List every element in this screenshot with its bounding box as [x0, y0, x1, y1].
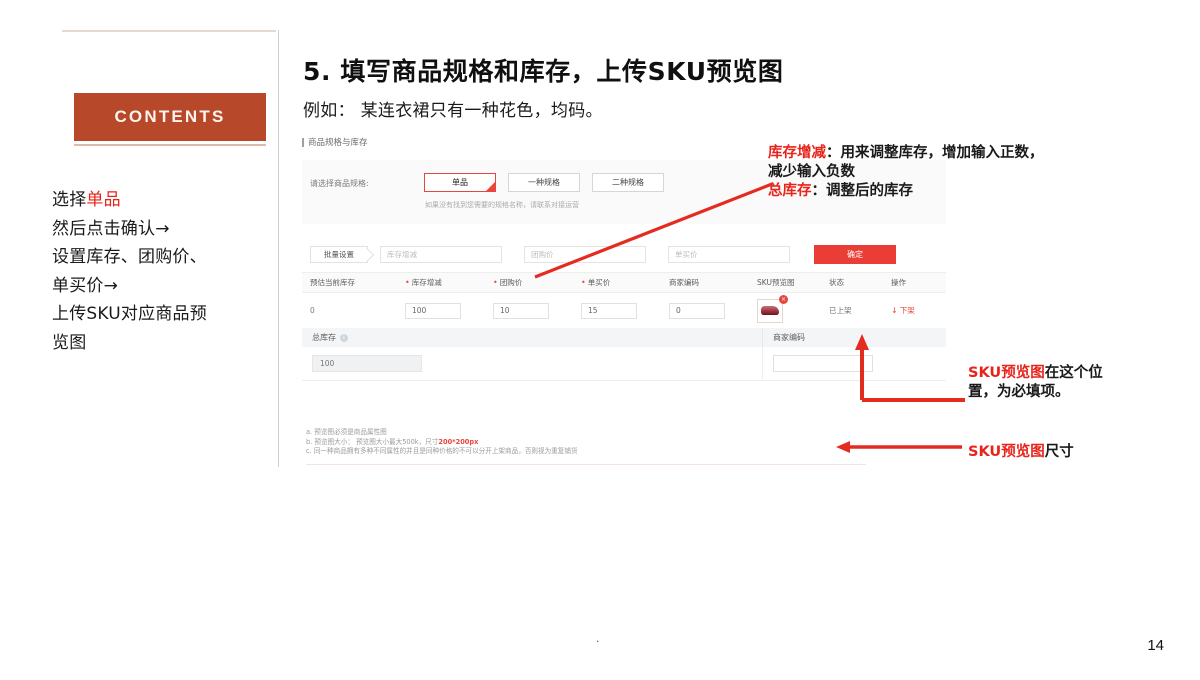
annotation-line: SKU预览图在这个位 [968, 365, 1103, 381]
table-header-row: 预估当前库存 • 库存增减 • 团购价 • 单买价 商家编码 SKU预览图 状态 操作 [302, 273, 946, 292]
bullet-text: 选择 [52, 190, 87, 210]
cell-status: 已上架 [829, 306, 852, 315]
bullet-text: 览图 [52, 332, 87, 353]
annotation-line: 减少输入负数 [768, 164, 855, 180]
slide-canvas: CONTENTS 选择单品 然后点击确认→ 设置库存、团购价、 单买价→ 上传S… [0, 0, 1200, 680]
list-item: 设置库存、团购价、 [52, 243, 282, 272]
spec-button-two-spec[interactable]: 二种规格 [592, 173, 664, 192]
cell-sku-preview: × [749, 294, 821, 323]
contents-label: CONTENTS [114, 107, 226, 126]
list-item: 然后点击确认→ [52, 215, 282, 244]
note-item: c. 同一种商品拥有多种不同属性的并且是同种价格的不可以分开上架商品，否则视为重… [306, 447, 578, 456]
required-dot-icon: • [581, 277, 586, 287]
section-bar-icon [302, 137, 304, 147]
annotation-sku-position: SKU预览图在这个位 置，为必填项。 [968, 364, 1198, 402]
total-stock-field: 100 [302, 355, 762, 372]
total-stock-block: 总库存 i 商家编码 100 [302, 328, 946, 381]
table-header-single-price: • 单买价 [581, 277, 611, 287]
annotation-line: 总库存：调整后的库存 [768, 183, 913, 199]
table-header-group-price: • 团购价 [493, 277, 523, 287]
center-mark: . [596, 631, 600, 645]
total-stock-label: 总库存 [312, 333, 336, 342]
sidebar-bullet-list: 选择单品 然后点击确认→ 设置库存、团购价、 单买价→ 上传SKU对应商品预 览… [52, 186, 282, 357]
list-item: 选择单品 [52, 186, 282, 215]
down-arrow-icon: ↓ [891, 306, 898, 315]
table-header-stock-change: • 库存增减 [405, 277, 442, 287]
contents-badge: CONTENTS [74, 93, 266, 141]
spec-field-label: 请选择商品规格: [310, 179, 369, 188]
list-item: 上传SKU对应商品预 [52, 300, 282, 329]
section-header: 商品规格与库存 [302, 136, 368, 148]
spec-button-single[interactable]: 单品 [424, 173, 496, 192]
bullet-text: 上传SKU对应商品预 [52, 304, 207, 324]
spec-helper-note: 如果没有找到您需要的规格名称，请联系对接运营 [425, 201, 579, 209]
total-block-body: 100 [302, 347, 946, 381]
notes-list: a. 预览图必须是商品属性图 b. 预览图大小： 预览图大小最大500k，尺寸2… [306, 428, 866, 457]
remove-thumbnail-icon[interactable]: × [779, 294, 788, 304]
page-number: 14 [1147, 637, 1164, 654]
note-strong: 200*200px [438, 437, 479, 446]
batch-group-price-input[interactable]: 团购价 [524, 245, 646, 263]
batch-single-price-input[interactable]: 单买价 [668, 245, 790, 263]
cell-group-price: 10 [485, 302, 573, 319]
table-header-status: 状态 [829, 278, 844, 287]
annotation-stock-adjust: 库存增减：用来调整库存，增加输入正数， 减少输入负数 总库存：调整后的库存 [768, 144, 1200, 201]
group-price-input[interactable]: 10 [493, 302, 549, 319]
bullet-text: 然后点击确认→ [52, 218, 170, 239]
annotation-line: 置，为必填项。 [968, 384, 1070, 400]
table-header-sku-preview: SKU预览图 [757, 278, 795, 287]
merchant-code-field-input[interactable] [773, 355, 873, 372]
confirm-button[interactable]: 确定 [814, 244, 896, 264]
single-price-input[interactable]: 15 [581, 302, 637, 319]
batch-settings-row: 批量设置 库存增减 团购价 单买价 确定 [302, 240, 946, 268]
merchant-code-field [762, 347, 946, 380]
note-item: b. 预览图大小： 预览图大小最大500k，尺寸200*200px [306, 437, 479, 446]
annotation-line: SKU预览图尺寸 [968, 444, 1074, 460]
top-rule [62, 30, 276, 32]
table-header-merchant-code: 商家编码 [669, 278, 699, 287]
panel-bottom-rule [306, 464, 866, 465]
cell-stock-change: 100 [397, 302, 485, 319]
contents-underline [74, 144, 266, 146]
batch-settings-tag[interactable]: 批量设置 [310, 245, 368, 263]
total-stock-header: 总库存 i [302, 332, 762, 343]
bullet-text: 设置库存、团购价、 [52, 247, 207, 267]
table-row: 0 100 10 15 0 × 已上架 ↓ 下架 [302, 292, 946, 329]
spec-button-group: 单品 一种规格 二种规格 [424, 173, 664, 192]
stock-change-input[interactable]: 100 [405, 302, 461, 319]
sku-thumbnail-wrapper[interactable]: × [757, 294, 788, 323]
total-block-header: 总库存 i 商家编码 [302, 328, 946, 347]
unlist-action-label: 下架 [899, 306, 915, 315]
note-item: a. 预览图必须是商品属性图 [306, 428, 387, 436]
cell-single-price: 15 [573, 302, 661, 319]
cell-action: ↓ 下架 [883, 305, 946, 316]
list-item: 单买价→ [52, 272, 282, 301]
annotation-line: 库存增减：用来调整库存，增加输入正数， [768, 145, 1044, 161]
total-stock-input[interactable]: 100 [312, 355, 422, 372]
batch-stock-input[interactable]: 库存增减 [380, 245, 502, 263]
page-title: 5. 填写商品规格和库存，上传SKU预览图 [303, 57, 784, 86]
merchant-code-header: 商家编码 [762, 328, 946, 347]
unlist-action-link[interactable]: ↓ 下架 [891, 305, 915, 316]
page-subtitle: 例如： 某连衣裙只有一种花色，均码。 [303, 101, 603, 121]
cell-current-stock: 0 [310, 306, 315, 315]
section-header-label: 商品规格与库存 [308, 138, 368, 148]
required-dot-icon: • [405, 277, 410, 287]
list-item: 览图 [52, 329, 282, 358]
shoe-thumb-icon [761, 306, 779, 315]
merchant-code-input[interactable]: 0 [669, 302, 725, 319]
info-icon[interactable]: i [340, 333, 348, 342]
table-header-action: 操作 [891, 278, 906, 287]
required-dot-icon: • [493, 277, 498, 287]
cell-merchant-code: 0 [661, 302, 749, 319]
bullet-highlight: 单品 [86, 190, 121, 210]
bullet-text: 单买价→ [52, 275, 119, 296]
spec-button-one-spec[interactable]: 一种规格 [508, 173, 580, 192]
table-header-current-stock: 预估当前库存 [310, 278, 355, 287]
sku-table: 预估当前库存 • 库存增减 • 团购价 • 单买价 商家编码 SKU预览图 状态 操作… [302, 272, 946, 329]
annotation-sku-size: SKU预览图尺寸 [968, 443, 1198, 462]
